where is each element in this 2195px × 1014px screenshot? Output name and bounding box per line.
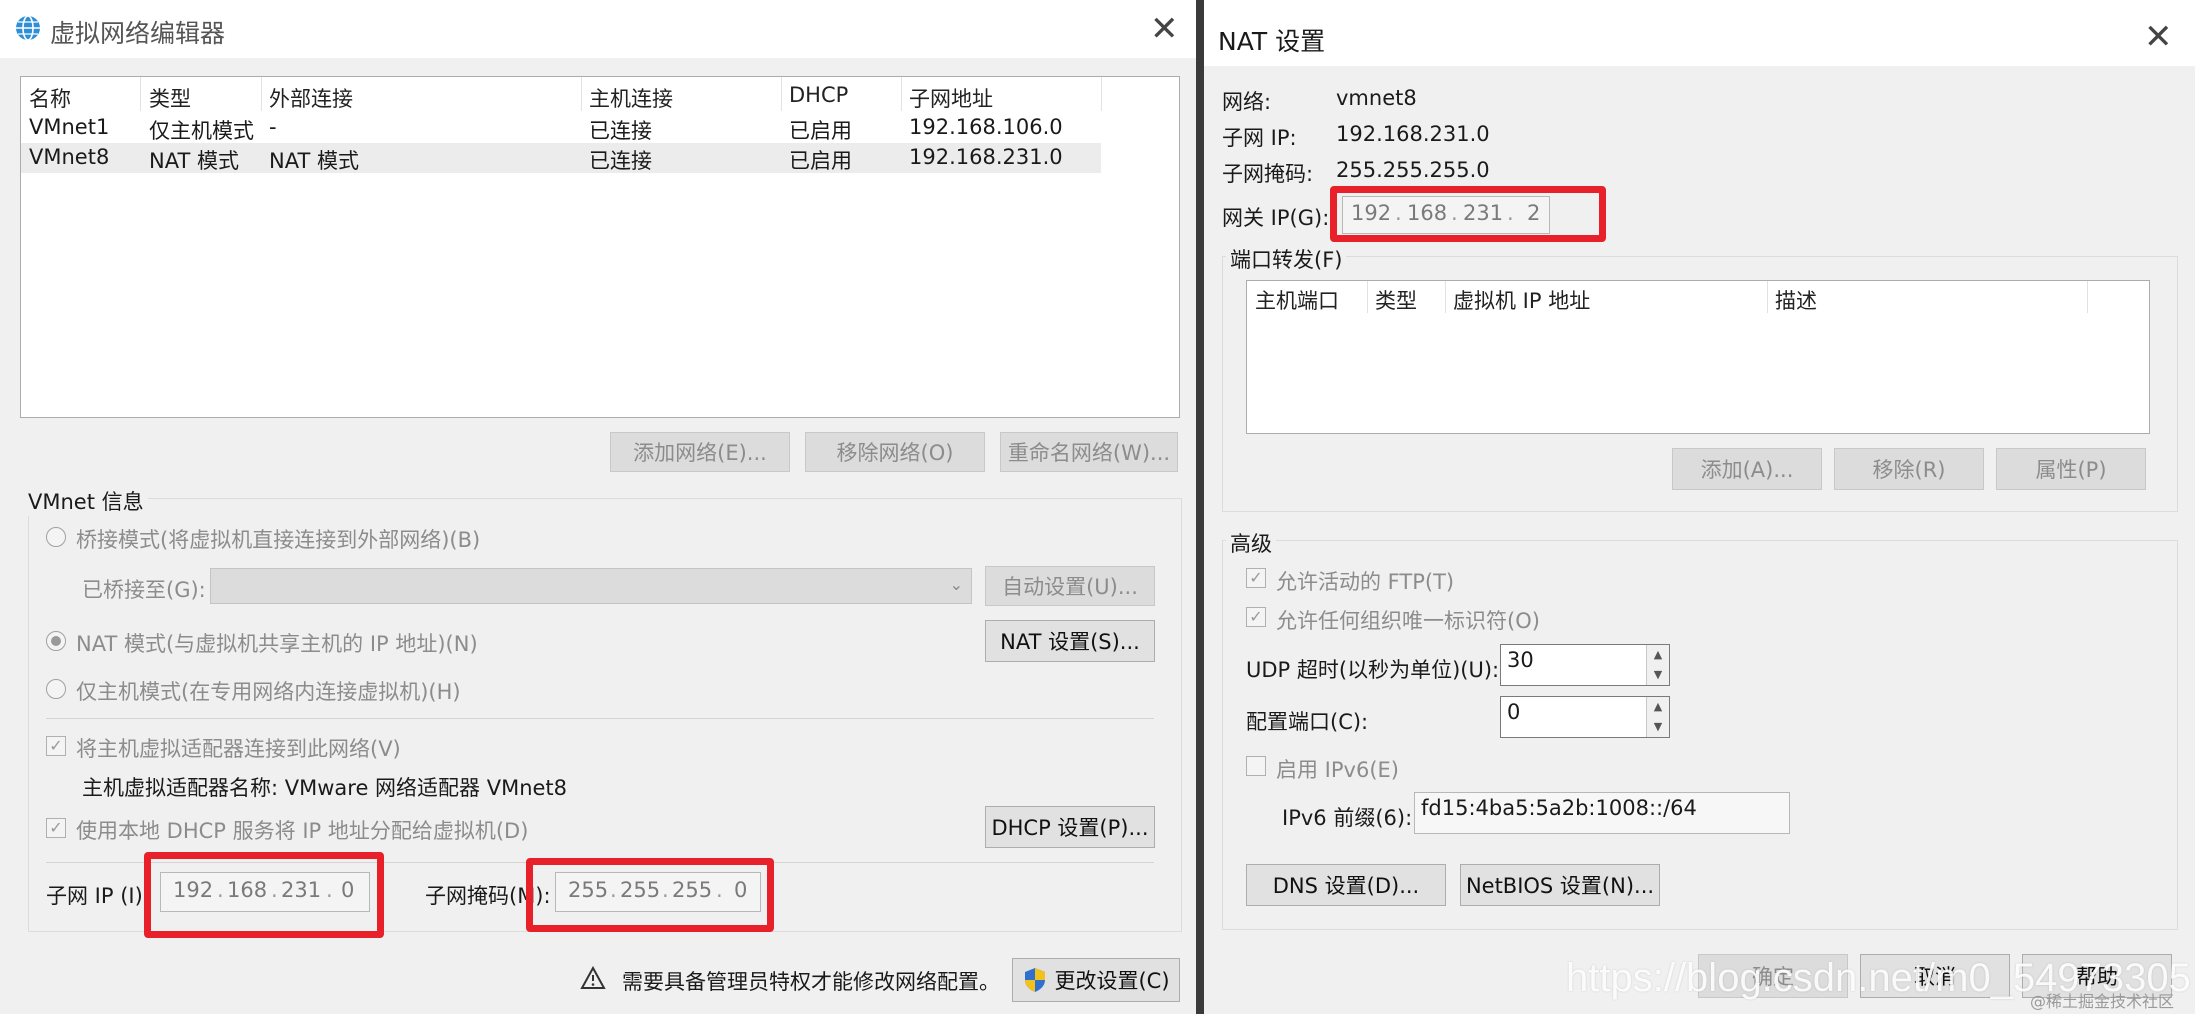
cell-external: - bbox=[269, 115, 277, 139]
vmnet-info-label: VMnet 信息 bbox=[24, 486, 148, 516]
connect-adapter-checkbox[interactable]: ✓ bbox=[46, 736, 66, 756]
udp-timeout-label: UDP 超时(以秒为单位)(U): bbox=[1246, 658, 1500, 682]
close-icon[interactable]: ✕ bbox=[2144, 20, 2173, 54]
change-settings-button[interactable]: 更改设置(C) bbox=[1012, 958, 1180, 1002]
cell-type: NAT 模式 bbox=[149, 149, 239, 173]
globe-icon bbox=[16, 15, 40, 41]
remove-port-button[interactable]: 移除(R) bbox=[1834, 448, 1984, 490]
config-port-input[interactable]: 0 ▲ ▼ bbox=[1500, 696, 1670, 738]
hostonly-radio-label[interactable]: 仅主机模式(在专用网络内连接虚拟机)(H) bbox=[76, 676, 461, 706]
ipv6-label[interactable]: 启用 IPv6(E) bbox=[1276, 754, 1399, 784]
window-title: NAT 设置 bbox=[1218, 27, 1326, 56]
add-port-button[interactable]: 添加(A)... bbox=[1672, 448, 1822, 490]
cell-host: 已连接 bbox=[589, 149, 652, 173]
subnet-ip-label: 子网 IP (I) bbox=[46, 884, 143, 908]
warning-icon bbox=[580, 966, 606, 989]
col-header-type[interactable]: 类型 bbox=[149, 83, 191, 113]
dns-settings-button[interactable]: DNS 设置(D)... bbox=[1246, 864, 1446, 906]
ipv6-prefix-label: IPv6 前缀(6): bbox=[1282, 806, 1413, 830]
port-forward-table: 主机端口 类型 虚拟机 IP 地址 描述 bbox=[1246, 280, 2150, 434]
bridge-radio-label[interactable]: 桥接模式(将虚拟机直接连接到外部网络)(B) bbox=[76, 524, 480, 554]
nat-radio-label[interactable]: NAT 模式(与虚拟机共享主机的 IP 地址)(N) bbox=[76, 628, 478, 658]
netbios-settings-button[interactable]: NetBIOS 设置(N)... bbox=[1460, 864, 1660, 906]
cell-type: 仅主机模式 bbox=[149, 119, 254, 143]
dhcp-checkbox[interactable]: ✓ bbox=[46, 818, 66, 838]
udp-timeout-value: 30 bbox=[1507, 648, 1534, 672]
port-properties-button[interactable]: 属性(P) bbox=[1996, 448, 2146, 490]
col-header-name[interactable]: 名称 bbox=[29, 83, 71, 113]
dhcp-settings-button[interactable]: DHCP 设置(P)... bbox=[985, 806, 1155, 848]
col-header-external[interactable]: 外部连接 bbox=[269, 83, 353, 113]
spin-arrows-icon[interactable]: ▲ ▼ bbox=[1646, 697, 1669, 737]
cell-name: VMnet1 bbox=[29, 115, 110, 139]
col-header-desc[interactable]: 描述 bbox=[1775, 285, 1817, 315]
highlight-box bbox=[526, 858, 774, 932]
cell-host: 已连接 bbox=[589, 119, 652, 143]
bridged-to-label: 已桥接至(G): bbox=[82, 578, 206, 602]
highlight-box bbox=[1330, 186, 1606, 242]
remove-network-button[interactable]: 移除网络(O) bbox=[805, 432, 985, 472]
change-settings-label: 更改设置(C) bbox=[1054, 969, 1170, 993]
title-bar: 虚拟网络编辑器 ✕ bbox=[0, 0, 1196, 58]
cell-name: VMnet8 bbox=[29, 145, 110, 169]
col-header-vm-ip[interactable]: 虚拟机 IP 地址 bbox=[1453, 285, 1590, 315]
spin-arrows-icon[interactable]: ▲ ▼ bbox=[1646, 645, 1669, 685]
port-forward-label: 端口转发(F) bbox=[1226, 244, 1347, 274]
ftp-checkbox[interactable]: ✓ bbox=[1246, 568, 1266, 588]
col-header-dhcp[interactable]: DHCP bbox=[789, 83, 848, 107]
hostonly-radio[interactable] bbox=[46, 679, 66, 699]
network-label: 网络: bbox=[1222, 90, 1272, 114]
virtual-network-editor-window: 虚拟网络编辑器 ✕ 名称 类型 外部连接 主机连接 DHCP 子网地址 VMne… bbox=[0, 0, 1196, 1014]
cell-external: NAT 模式 bbox=[269, 149, 359, 173]
title-bar: NAT 设置 ✕ bbox=[1204, 0, 2195, 66]
subnet-mask-value: 255.255.255.0 bbox=[1336, 158, 1490, 182]
watermark-badge: @稀土掘金技术社区 bbox=[2030, 992, 2175, 1011]
dhcp-checkbox-label[interactable]: 使用本地 DHCP 服务将 IP 地址分配给虚拟机(D) bbox=[76, 815, 528, 845]
rename-network-button[interactable]: 重命名网络(W)... bbox=[1000, 432, 1178, 472]
ftp-label[interactable]: 允许活动的 FTP(T) bbox=[1276, 566, 1454, 596]
add-network-button[interactable]: 添加网络(E)... bbox=[610, 432, 790, 472]
col-header-host[interactable]: 主机连接 bbox=[589, 83, 673, 113]
advanced-label: 高级 bbox=[1226, 528, 1276, 558]
table-row[interactable]: VMnet1 仅主机模式 - 已连接 已启用 192.168.106.0 bbox=[21, 113, 1101, 143]
nat-radio[interactable] bbox=[46, 631, 66, 651]
ipv6-checkbox[interactable] bbox=[1246, 756, 1266, 776]
close-icon[interactable]: ✕ bbox=[1150, 12, 1179, 46]
chevron-down-icon: ⌄ bbox=[949, 575, 963, 594]
auto-settings-button[interactable]: 自动设置(U)... bbox=[985, 566, 1155, 606]
cell-dhcp: 已启用 bbox=[789, 149, 852, 173]
subnet-ip-value: 192.168.231.0 bbox=[1336, 122, 1490, 146]
table-row[interactable]: VMnet8 NAT 模式 NAT 模式 已连接 已启用 192.168.231… bbox=[21, 143, 1101, 173]
col-header-type[interactable]: 类型 bbox=[1375, 285, 1417, 315]
adapter-name-label: 主机虚拟适配器名称: VMware 网络适配器 VMnet8 bbox=[82, 776, 568, 800]
nat-settings-window: NAT 设置 ✕ 网络: vmnet8 子网 IP: 192.168.231.0… bbox=[1204, 0, 2195, 1014]
network-table: 名称 类型 外部连接 主机连接 DHCP 子网地址 VMnet1 仅主机模式 -… bbox=[20, 76, 1180, 418]
cell-dhcp: 已启用 bbox=[789, 119, 852, 143]
cell-subnet: 192.168.231.0 bbox=[909, 145, 1063, 169]
nat-settings-button[interactable]: NAT 设置(S)... bbox=[985, 620, 1155, 662]
bridge-radio[interactable] bbox=[46, 527, 66, 547]
gateway-label: 网关 IP(G): bbox=[1222, 206, 1330, 230]
ipv6-prefix-input[interactable]: fd15:4ba5:5a2b:1008::/64 bbox=[1414, 792, 1790, 834]
config-port-value: 0 bbox=[1507, 700, 1521, 724]
connect-adapter-label[interactable]: 将主机虚拟适配器连接到此网络(V) bbox=[76, 733, 401, 763]
divider bbox=[46, 718, 1154, 719]
ipv6-prefix-value: fd15:4ba5:5a2b:1008::/64 bbox=[1421, 796, 1697, 820]
bridged-to-select[interactable]: ⌄ bbox=[210, 568, 972, 604]
config-port-label: 配置端口(C): bbox=[1246, 710, 1369, 734]
oui-label[interactable]: 允许任何组织唯一标识符(O) bbox=[1276, 605, 1540, 635]
col-header-host-port[interactable]: 主机端口 bbox=[1255, 285, 1339, 315]
udp-timeout-input[interactable]: 30 ▲ ▼ bbox=[1500, 644, 1670, 686]
oui-checkbox[interactable]: ✓ bbox=[1246, 607, 1266, 627]
subnet-mask-label: 子网掩码: bbox=[1222, 162, 1314, 186]
network-value: vmnet8 bbox=[1336, 86, 1417, 110]
window-title: 虚拟网络编辑器 bbox=[50, 19, 226, 48]
col-header-subnet[interactable]: 子网地址 bbox=[909, 83, 993, 113]
window-gap bbox=[1196, 0, 1204, 1014]
admin-warning-text: 需要具备管理员特权才能修改网络配置。 bbox=[622, 970, 1000, 994]
shield-icon bbox=[1025, 968, 1046, 992]
cell-subnet: 192.168.106.0 bbox=[909, 115, 1063, 139]
subnet-ip-label: 子网 IP: bbox=[1222, 126, 1297, 150]
highlight-box bbox=[144, 852, 384, 938]
